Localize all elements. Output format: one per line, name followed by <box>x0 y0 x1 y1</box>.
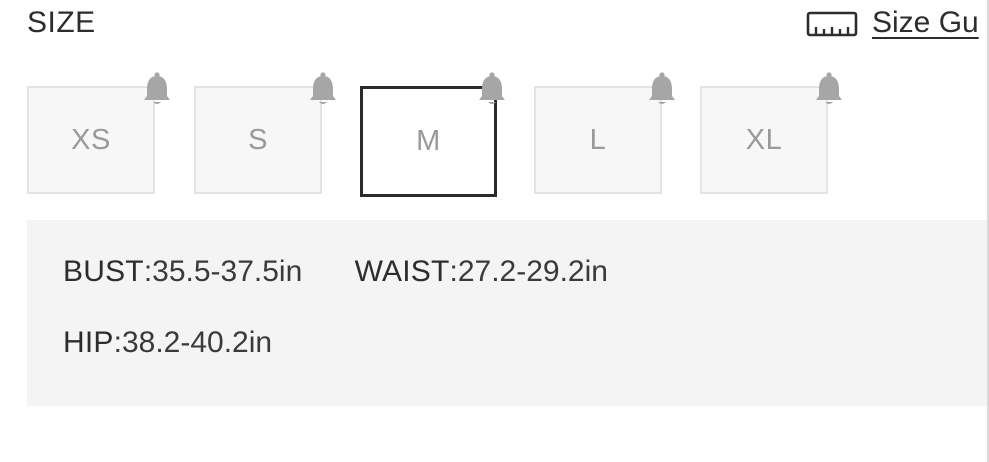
measurements-row: BUST:35.5-37.5in WAIST:27.2-29.2in <box>63 255 608 289</box>
hip-measurement: HIP:38.2-40.2in <box>63 326 272 360</box>
size-guide-label[interactable]: Size Gu <box>872 6 979 40</box>
size-option-label: L <box>589 123 607 156</box>
hip-value: :38.2-40.2in <box>113 326 273 359</box>
bust-value: :35.5-37.5in <box>143 255 303 288</box>
measurements-panel: BUST:35.5-37.5in WAIST:27.2-29.2in HIP:3… <box>27 220 989 406</box>
bell-icon[interactable] <box>139 71 175 107</box>
waist-label: WAIST <box>354 255 450 288</box>
size-heading: SIZE <box>27 6 96 39</box>
waist-measurement: WAIST:27.2-29.2in <box>355 255 608 289</box>
size-option-l[interactable]: L <box>534 86 662 194</box>
bell-icon[interactable] <box>811 71 847 107</box>
size-option-s[interactable]: S <box>194 86 322 194</box>
size-option-label: XL <box>745 123 783 156</box>
bust-measurement: BUST:35.5-37.5in <box>63 255 302 289</box>
size-option-label: S <box>248 123 268 156</box>
size-option-xs[interactable]: XS <box>27 86 155 194</box>
hip-label: HIP <box>63 326 114 359</box>
size-guide-link[interactable]: Size Gu <box>806 6 979 40</box>
size-option-xl[interactable]: XL <box>700 86 828 194</box>
measurements-row: HIP:38.2-40.2in <box>63 326 272 360</box>
waist-value: :27.2-29.2in <box>449 255 608 288</box>
bell-icon[interactable] <box>474 71 510 107</box>
ruler-icon <box>806 11 858 37</box>
size-option-label: XS <box>71 123 111 156</box>
bell-icon[interactable] <box>305 71 341 107</box>
size-selector-panel: SIZE Size Gu XS S M L XL BUST:35.5-37.5i… <box>0 0 989 462</box>
bell-icon[interactable] <box>644 71 680 107</box>
size-option-label: M <box>416 125 441 157</box>
bust-label: BUST <box>63 255 144 288</box>
